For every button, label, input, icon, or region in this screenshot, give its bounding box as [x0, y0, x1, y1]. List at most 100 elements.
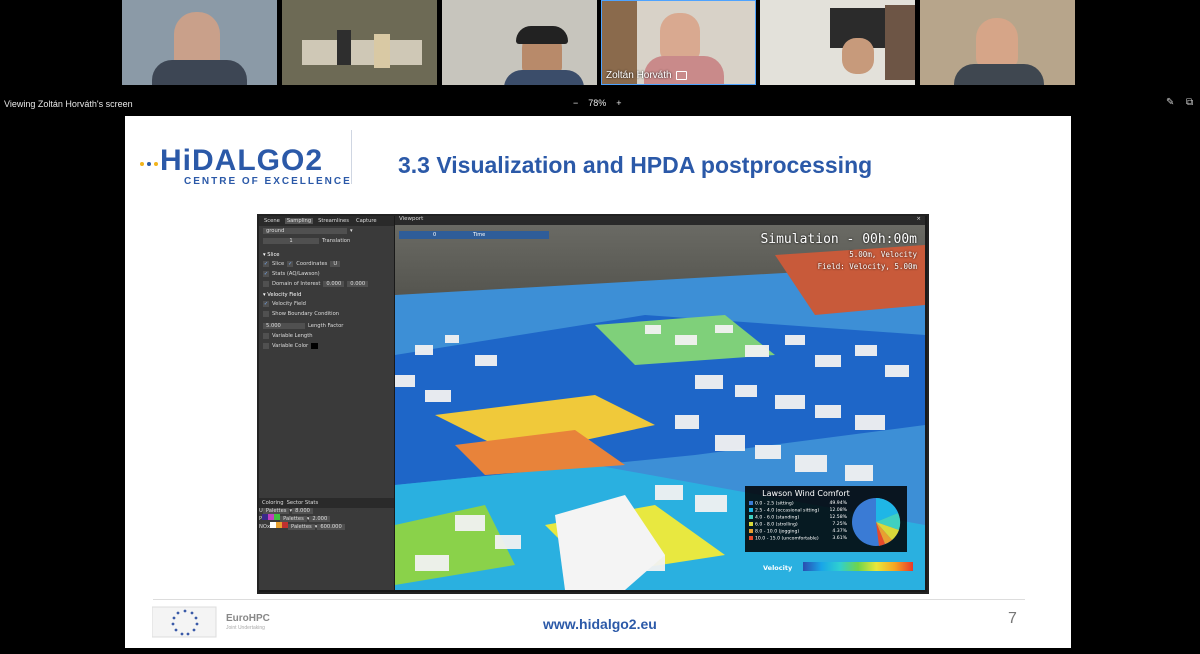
participant-face — [976, 18, 1018, 68]
translation-label: Translation — [322, 238, 351, 244]
slice-checkbox[interactable]: ✓ — [263, 261, 269, 267]
length-label: Length Factor — [308, 323, 344, 329]
coloring-tabs: Coloring Sector Stats — [259, 498, 394, 508]
lawson-row: 6.0 - 8.0 (strolling) 7.25% — [749, 522, 847, 528]
ground-dropdown[interactable]: ground — [263, 228, 347, 234]
viewport-label: Viewport — [399, 216, 424, 222]
hidalgo2-logo: HiDALGO2 CENTRE OF EXCELLENCE — [160, 144, 352, 187]
participant-tile[interactable] — [920, 0, 1075, 85]
palette-select[interactable]: Palettes — [288, 524, 315, 530]
participant-face — [842, 38, 874, 74]
lawson-swatch — [749, 515, 753, 519]
doi-checkbox[interactable] — [263, 281, 269, 287]
sim-sub2: Field: Velocity, 5.00m — [817, 262, 917, 271]
participant-tile[interactable] — [122, 0, 277, 85]
annotate-icon[interactable]: ✎ — [1166, 97, 1174, 108]
screen-share-icon — [675, 70, 687, 80]
participant-name: Zoltán Horváth — [606, 70, 687, 81]
coordinates-label: Coordinates — [296, 261, 328, 267]
participant-tile-active[interactable]: Zoltán Horváth — [601, 0, 756, 85]
length-input[interactable]: 5.000 — [263, 323, 305, 329]
tab-capture[interactable]: Capture — [354, 218, 379, 224]
doi-label: Domain of Interest — [272, 281, 321, 287]
coordinates-checkbox[interactable]: ✓ — [287, 261, 294, 267]
doi-input-1[interactable]: 0.000 — [323, 281, 345, 287]
translation-input[interactable]: 1 — [263, 238, 319, 244]
time-slider[interactable]: 0 Time — [399, 231, 549, 239]
palette-prefix: NOx — [259, 524, 271, 530]
participant-tile[interactable] — [442, 0, 597, 85]
chevron-down-icon: ▾ — [350, 228, 353, 234]
varlen-checkbox[interactable] — [263, 333, 269, 339]
varlen-label: Variable Length — [272, 333, 313, 339]
participant-body — [504, 70, 584, 85]
viewing-label: Viewing Zoltán Horváth's screen — [4, 99, 133, 109]
varcolor-checkbox[interactable] — [263, 343, 269, 349]
vf-checkbox[interactable]: ✓ — [263, 301, 269, 307]
room-table — [302, 40, 422, 65]
simulation-overlay: Simulation - 00h:00m 5.00m, Velocity Fie… — [760, 232, 917, 271]
viewport[interactable]: Viewport × 0 Time Simulation - 00h:00m 5… — [395, 216, 925, 590]
participant-tile[interactable] — [760, 0, 915, 85]
lawson-row: 0.0 - 2.5 (sitting) 49.94% — [749, 501, 847, 507]
participant-body — [152, 60, 247, 85]
popout-icon[interactable]: ⧉ — [1186, 97, 1193, 108]
tab-scene[interactable]: Scene — [262, 218, 282, 224]
boundary-checkbox[interactable] — [263, 311, 269, 317]
vf-label: Velocity Field — [272, 301, 306, 307]
close-icon[interactable]: × — [916, 216, 921, 222]
participant-face — [660, 13, 700, 61]
zoom-controls: − 78% + — [573, 98, 622, 108]
lawson-row: 10.0 - 15.0 (uncomfortable) 3.61% — [749, 536, 847, 542]
coordinates-select[interactable]: U — [330, 261, 341, 267]
eurohpc-logo-icon — [152, 606, 217, 638]
logo-sub: CENTRE OF EXCELLENCE — [184, 176, 352, 187]
tab-sampling[interactable]: Sampling — [284, 218, 314, 224]
slice-section: Slice — [267, 252, 280, 258]
divider — [351, 130, 352, 184]
participant-body — [954, 64, 1044, 85]
footer-divider — [153, 599, 1025, 600]
boundary-label: Show Boundary Condition — [272, 311, 340, 317]
lawson-swatch — [749, 536, 753, 540]
doi-input-2[interactable]: 0.000 — [347, 281, 369, 287]
lawson-row: 8.0 - 10.0 (jogging) 4.37% — [749, 529, 847, 535]
slide-title: 3.3 Visualization and HPDA postprocessin… — [398, 152, 873, 178]
lawson-swatch — [749, 522, 753, 526]
sim-title: Simulation - 00h:00m — [760, 232, 917, 247]
time-label: Time — [473, 232, 486, 238]
eurohpc-sub: Joint Undertaking — [226, 625, 265, 631]
logo-main: HiDALGO2 — [160, 144, 324, 177]
lawson-legend: Lawson Wind Comfort 0.0 - 2.5 (sitting) 4… — [745, 486, 907, 552]
eurohpc-name: EuroHPC — [226, 613, 270, 624]
vf-section: Velocity Field — [267, 292, 302, 298]
website-url: www.hidalgo2.eu — [543, 616, 657, 632]
room-shelf — [885, 5, 915, 80]
slice-label: Slice — [272, 261, 285, 267]
velocity-colorbar — [803, 562, 913, 571]
zoom-out-button[interactable]: − — [573, 98, 578, 108]
varcolor-label: Variable Color — [272, 343, 309, 349]
time-value: 0 — [433, 232, 437, 238]
viewport-header: Viewport × — [395, 216, 925, 225]
lawson-swatch — [749, 508, 753, 512]
tab-coloring[interactable]: Coloring — [262, 500, 284, 506]
palette-value[interactable]: 600.000 — [317, 524, 345, 530]
lawson-row: 4.0 - 6.0 (standing) 12.58% — [749, 515, 847, 521]
lawson-row: 2.5 - 4.0 (occasional sitting) 12.08% — [749, 508, 847, 514]
tab-streamlines[interactable]: Streamlines — [316, 218, 351, 224]
sim-sub1: 5.00m, Velocity — [849, 250, 917, 259]
shared-slide: HiDALGO2 CENTRE OF EXCELLENCE 3.3 Visual… — [125, 116, 1071, 648]
tab-sector-stats[interactable]: Sector Stats — [287, 500, 319, 506]
coloring-panel: Coloring Sector Stats U Palettes ▾ 8.000 PP… — [259, 498, 394, 590]
participant-figure — [374, 34, 390, 68]
zoom-in-button[interactable]: + — [616, 98, 621, 108]
lawson-swatch — [749, 529, 753, 533]
participant-tile[interactable] — [282, 0, 437, 85]
zoom-level: 78% — [588, 98, 607, 108]
participant-hair — [516, 26, 568, 44]
page-number: 7 — [1008, 610, 1017, 627]
screen-share-bar: Viewing Zoltán Horváth's screen − 78% + … — [0, 95, 1200, 113]
stats-checkbox[interactable]: ✓ — [263, 271, 269, 277]
color-swatch[interactable] — [311, 343, 319, 349]
